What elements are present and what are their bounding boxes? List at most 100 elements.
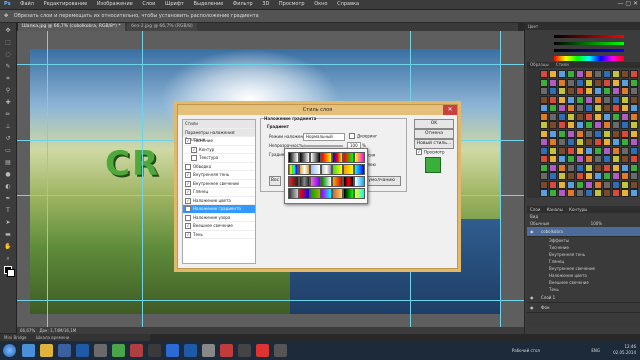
style-preset-swatch[interactable]	[540, 155, 548, 163]
gradient-preset-swatch[interactable]	[332, 164, 343, 175]
visibility-eye-icon[interactable]: ◉	[530, 227, 534, 236]
ok-button[interactable]: OK	[414, 119, 454, 129]
style-preset-swatch[interactable]	[603, 129, 611, 138]
style-preset-swatch[interactable]	[567, 155, 575, 163]
style-preset-swatch[interactable]	[540, 121, 548, 129]
healing-brush-icon[interactable]: ✚	[3, 98, 13, 107]
dodge-tool-icon[interactable]: ◐	[3, 182, 13, 191]
gradient-preset-swatch[interactable]	[310, 188, 321, 199]
close-icon[interactable]: ✕	[443, 105, 457, 115]
style-preset-swatch[interactable]	[558, 121, 566, 129]
history-brush-icon[interactable]: ↺	[3, 134, 13, 143]
style-preset-swatch[interactable]	[630, 70, 638, 78]
stamp-tool-icon[interactable]: ⊥	[3, 122, 13, 131]
style-preset-swatch[interactable]	[540, 78, 548, 87]
style-preset-swatch[interactable]	[630, 78, 638, 87]
style-preset-swatch[interactable]	[603, 180, 611, 189]
ps-logo-icon[interactable]: Ps	[0, 0, 15, 8]
gradient-preset-swatch[interactable]	[332, 176, 343, 187]
style-preset-swatch[interactable]	[567, 121, 575, 129]
style-preset-swatch[interactable]	[612, 87, 620, 95]
menu-window[interactable]: Окно	[310, 0, 331, 8]
style-preset-swatch[interactable]	[558, 138, 566, 146]
gradient-preset-swatch[interactable]	[310, 164, 321, 175]
style-preset-swatch[interactable]	[594, 189, 602, 197]
tab-timeline[interactable]: Шкала времени	[32, 334, 73, 341]
style-preset-swatch[interactable]	[567, 146, 575, 155]
visibility-eye-icon[interactable]: ◉	[530, 293, 534, 302]
style-checkbox[interactable]: ✓	[185, 180, 191, 187]
style-preset-swatch[interactable]	[549, 180, 557, 189]
menu-help[interactable]: Справка	[333, 0, 363, 8]
style-preset-swatch[interactable]	[630, 189, 638, 197]
gradient-tool-icon[interactable]: ▤	[3, 158, 13, 167]
style-preset-swatch[interactable]	[585, 104, 593, 112]
app-icon[interactable]	[130, 344, 143, 357]
layer-opacity[interactable]: 100%	[591, 221, 602, 226]
style-preset-swatch[interactable]	[567, 104, 575, 112]
make-default-button[interactable]: Вос	[269, 176, 281, 186]
style-preset-swatch[interactable]	[621, 112, 629, 121]
tab-layers[interactable]: Слои	[530, 207, 540, 212]
style-checkbox[interactable]	[185, 214, 191, 221]
style-preset-swatch[interactable]	[558, 180, 566, 189]
style-preset-swatch[interactable]	[621, 87, 629, 95]
style-preset-swatch[interactable]	[558, 95, 566, 104]
style-preset-swatch[interactable]	[603, 146, 611, 155]
style-preset-swatch[interactable]	[567, 129, 575, 138]
chrome-icon[interactable]	[112, 344, 125, 357]
style-preset-swatch[interactable]	[540, 138, 548, 146]
style-preset-swatch[interactable]	[603, 104, 611, 112]
blend-mode-select[interactable]: Нормальный	[303, 133, 345, 141]
menu-layers[interactable]: Слои	[138, 0, 159, 8]
lasso-tool-icon[interactable]: ◌	[3, 50, 13, 59]
style-preset-swatch[interactable]	[549, 87, 557, 95]
media-icon[interactable]	[58, 344, 71, 357]
gradient-preset-swatch[interactable]	[354, 164, 365, 175]
style-preset-swatch[interactable]	[603, 172, 611, 180]
style-preset-swatch[interactable]	[621, 155, 629, 163]
desktop-label[interactable]: Рабочий стол	[512, 348, 540, 353]
app-icon[interactable]	[94, 344, 107, 357]
gradient-preset-swatch[interactable]	[354, 176, 365, 187]
gradient-preset-swatch[interactable]	[343, 188, 354, 199]
style-preset-swatch[interactable]	[612, 189, 620, 197]
style-preset-swatch[interactable]	[603, 138, 611, 146]
style-preset-swatch[interactable]	[558, 155, 566, 163]
gradient-preset-swatch[interactable]	[321, 176, 332, 187]
style-preset-swatch[interactable]	[567, 70, 575, 78]
style-preset-swatch[interactable]	[549, 172, 557, 180]
style-list-item[interactable]: ✓ Внешнее свечение	[183, 222, 255, 231]
gradient-preset-swatch[interactable]	[343, 152, 354, 163]
style-preset-swatch[interactable]	[540, 129, 548, 138]
style-preset-swatch[interactable]	[630, 95, 638, 104]
style-preset-swatch[interactable]	[585, 172, 593, 180]
guide-vertical[interactable]	[142, 31, 143, 327]
style-preset-swatch[interactable]	[630, 87, 638, 95]
style-preset-swatch[interactable]	[549, 155, 557, 163]
gradient-preset-swatch[interactable]	[310, 176, 321, 187]
style-preset-swatch[interactable]	[594, 104, 602, 112]
guide-vertical[interactable]	[500, 31, 501, 327]
style-preset-swatch[interactable]	[540, 163, 548, 172]
gradient-preset-swatch[interactable]	[299, 176, 310, 187]
style-preset-swatch[interactable]	[558, 70, 566, 78]
style-preset-swatch[interactable]	[594, 163, 602, 172]
style-preset-swatch[interactable]	[612, 146, 620, 155]
style-preset-swatch[interactable]	[558, 87, 566, 95]
style-checkbox[interactable]	[185, 163, 191, 170]
crop-tool-icon[interactable]: ⌗	[3, 74, 13, 83]
style-preset-swatch[interactable]	[621, 121, 629, 129]
visibility-eye-icon[interactable]: ◉	[530, 303, 534, 312]
gradient-preset-swatch[interactable]	[332, 152, 343, 163]
style-preset-swatch[interactable]	[594, 78, 602, 87]
style-list-item[interactable]: ✓ Внутренняя тень	[183, 171, 255, 180]
style-list-item[interactable]: Текстура	[183, 154, 255, 163]
dither-checkbox[interactable]	[349, 133, 355, 139]
style-preset-swatch[interactable]	[603, 112, 611, 121]
style-preset-swatch[interactable]	[585, 121, 593, 129]
style-checkbox[interactable]: ✓	[185, 206, 191, 212]
layer-row[interactable]: ◉ Фон	[527, 303, 640, 313]
style-preset-swatch[interactable]	[567, 163, 575, 172]
style-preset-swatch[interactable]	[630, 155, 638, 163]
